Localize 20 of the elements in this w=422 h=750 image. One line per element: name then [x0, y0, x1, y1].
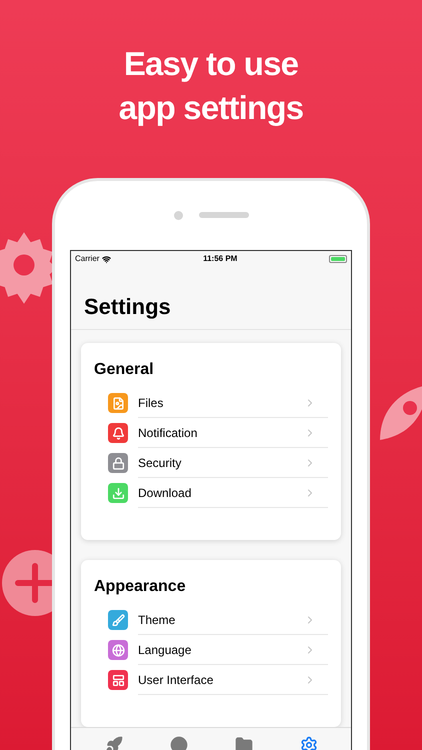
tab-rocket-icon[interactable]	[104, 736, 122, 750]
settings-row[interactable]: Files	[138, 388, 328, 418]
section-title: Appearance	[94, 577, 187, 597]
settings-row[interactable]: Notification	[138, 418, 328, 448]
battery-icon	[328, 255, 347, 263]
headline-text: app settings	[118, 88, 304, 128]
tab-settings-icon[interactable]	[300, 736, 318, 750]
carrier-text: Carrier	[75, 253, 100, 265]
settings-row[interactable]: User Interface	[138, 665, 328, 695]
headline-text: Easy to use	[124, 44, 298, 84]
time-text: 11:56 PM	[203, 253, 238, 265]
section-title: General	[94, 360, 155, 380]
page-title: Settings	[84, 293, 171, 321]
settings-row[interactable]: Language	[138, 635, 328, 665]
wifi-icon	[102, 254, 112, 264]
speaker-slot	[198, 212, 248, 218]
tab-folder-icon[interactable]	[234, 736, 252, 750]
settings-row[interactable]: Download	[138, 478, 328, 508]
settings-row[interactable]: Theme	[138, 605, 328, 635]
settings-row[interactable]: Security	[138, 448, 328, 478]
